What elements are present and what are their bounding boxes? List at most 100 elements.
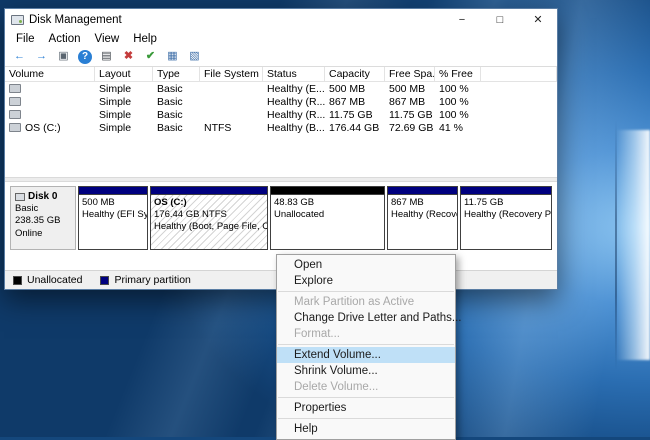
- properties-icon[interactable]: ▤: [99, 49, 114, 64]
- volume-free: 72.69 GB: [385, 122, 435, 134]
- menu-item-properties[interactable]: Properties: [277, 400, 455, 416]
- volume-free: 500 MB: [385, 83, 435, 95]
- menu-action[interactable]: Action: [42, 33, 88, 45]
- partition-name: OS (C:): [154, 197, 264, 209]
- back-icon[interactable]: ←: [12, 49, 27, 64]
- column-status[interactable]: Status: [263, 67, 325, 81]
- partition-color-band: [151, 187, 267, 195]
- legend-label: Unallocated: [27, 274, 82, 286]
- disk-management-icon: [11, 15, 24, 25]
- help-icon[interactable]: ?: [78, 50, 92, 64]
- close-button[interactable]: ✕: [519, 9, 557, 30]
- volume-row-os-c[interactable]: OS (C:) Simple Basic NTFS Healthy (B... …: [5, 121, 557, 134]
- volume-icon: [9, 84, 21, 93]
- volume-icon: [9, 123, 21, 132]
- partition-color-band: [271, 187, 384, 195]
- volume-row-1[interactable]: Simple Basic Healthy (E... 500 MB 500 MB…: [5, 82, 557, 95]
- primary-partition-swatch-icon: [100, 276, 109, 285]
- volume-type: Basic: [153, 96, 200, 108]
- partition-size: 48.83 GB: [274, 197, 381, 209]
- volume-layout: Simple: [95, 96, 153, 108]
- column-volume[interactable]: Volume: [5, 67, 95, 81]
- volume-list-header: Volume Layout Type File System Status Ca…: [5, 67, 557, 82]
- column-filler: [481, 67, 557, 81]
- partition-color-band: [461, 187, 551, 195]
- column-file-system[interactable]: File System: [200, 67, 263, 81]
- legend-primary-partition: Primary partition: [100, 274, 190, 286]
- column-type[interactable]: Type: [153, 67, 200, 81]
- menu-item-explore[interactable]: Explore: [277, 273, 455, 289]
- column-free-space[interactable]: Free Spa...: [385, 67, 435, 81]
- menu-item-extend-volume[interactable]: Extend Volume...: [277, 347, 455, 363]
- partition-recovery-1[interactable]: 867 MB Healthy (Recove: [387, 186, 458, 250]
- column-layout[interactable]: Layout: [95, 67, 153, 81]
- menu-separator: [278, 397, 454, 398]
- volume-row-2[interactable]: Simple Basic Healthy (R... 867 MB 867 MB…: [5, 95, 557, 108]
- volume-pct-free: 100 %: [435, 109, 481, 121]
- partition-recovery-2[interactable]: 11.75 GB Healthy (Recovery Partit: [460, 186, 552, 250]
- wallpaper-light-glow: [616, 130, 650, 360]
- disk-status: Online: [15, 228, 71, 240]
- volume-icon: [9, 97, 21, 106]
- disk-name: Disk 0: [28, 190, 57, 203]
- menu-view[interactable]: View: [88, 33, 127, 45]
- partition-status: Healthy (Recovery Partit: [464, 209, 548, 221]
- volume-status: Healthy (R...: [263, 109, 325, 121]
- column-pct-free[interactable]: % Free: [435, 67, 481, 81]
- volume-pct-free: 100 %: [435, 83, 481, 95]
- partition-os-c[interactable]: OS (C:) 176.44 GB NTFS Healthy (Boot, Pa…: [150, 186, 268, 250]
- disk-0-panel[interactable]: Disk 0 Basic 238.35 GB Online: [10, 186, 76, 250]
- partition-unallocated[interactable]: 48.83 GB Unallocated: [270, 186, 385, 250]
- volume-pct-free: 100 %: [435, 96, 481, 108]
- partition-size: 11.75 GB: [464, 197, 548, 209]
- volume-capacity: 500 MB: [325, 83, 385, 95]
- unallocated-swatch-icon: [13, 276, 22, 285]
- extend-volume-icon[interactable]: ▦: [165, 49, 180, 64]
- maximize-button[interactable]: □: [481, 9, 519, 30]
- volume-pct-free: 41 %: [435, 122, 481, 134]
- menu-item-change-drive-letter[interactable]: Change Drive Letter and Paths...: [277, 310, 455, 326]
- volume-type: Basic: [153, 109, 200, 121]
- partition-status: Healthy (Recove: [391, 209, 454, 221]
- disk-size: 238.35 GB: [15, 215, 71, 227]
- title-bar[interactable]: Disk Management − □ ✕: [5, 9, 557, 30]
- volume-name: OS (C:): [25, 122, 61, 134]
- disk-type: Basic: [15, 203, 71, 215]
- legend-label: Primary partition: [114, 274, 190, 286]
- volume-icon: [9, 110, 21, 119]
- menu-item-shrink-volume[interactable]: Shrink Volume...: [277, 363, 455, 379]
- volume-free: 11.75 GB: [385, 109, 435, 121]
- menu-item-help[interactable]: Help: [277, 421, 455, 437]
- volume-type: Basic: [153, 122, 200, 134]
- mark-active-icon[interactable]: ✔: [143, 49, 158, 64]
- menu-file[interactable]: File: [9, 33, 42, 45]
- delete-volume-icon[interactable]: ✖: [121, 49, 136, 64]
- menu-item-open[interactable]: Open: [277, 257, 455, 273]
- menu-help[interactable]: Help: [126, 33, 164, 45]
- partition-size: 176.44 GB NTFS: [154, 209, 264, 221]
- shrink-volume-icon[interactable]: ▧: [187, 49, 202, 64]
- volume-fs: NTFS: [200, 122, 263, 134]
- volume-layout: Simple: [95, 122, 153, 134]
- console-window-icon[interactable]: ▣: [56, 49, 71, 64]
- volume-status: Healthy (E...: [263, 83, 325, 95]
- forward-icon[interactable]: →: [34, 49, 49, 64]
- volume-capacity: 176.44 GB: [325, 122, 385, 134]
- menu-item-delete-volume: Delete Volume...: [277, 379, 455, 395]
- column-capacity[interactable]: Capacity: [325, 67, 385, 81]
- partition-color-band: [388, 187, 457, 195]
- volume-type: Basic: [153, 83, 200, 95]
- menu-separator: [278, 291, 454, 292]
- volume-row-3[interactable]: Simple Basic Healthy (R... 11.75 GB 11.7…: [5, 108, 557, 121]
- partition-status: Unallocated: [274, 209, 381, 221]
- partition-context-menu: Open Explore Mark Partition as Active Ch…: [276, 254, 456, 440]
- menu-item-mark-partition-active: Mark Partition as Active: [277, 294, 455, 310]
- partition-status: Healthy (EFI Sy: [82, 209, 144, 221]
- window-controls: − □ ✕: [443, 9, 557, 30]
- volume-capacity: 867 MB: [325, 96, 385, 108]
- partition-color-band: [79, 187, 147, 195]
- volume-list-pane: Volume Layout Type File System Status Ca…: [5, 67, 557, 177]
- partition-efi[interactable]: 500 MB Healthy (EFI Sy: [78, 186, 148, 250]
- volume-capacity: 11.75 GB: [325, 109, 385, 121]
- minimize-button[interactable]: −: [443, 9, 481, 30]
